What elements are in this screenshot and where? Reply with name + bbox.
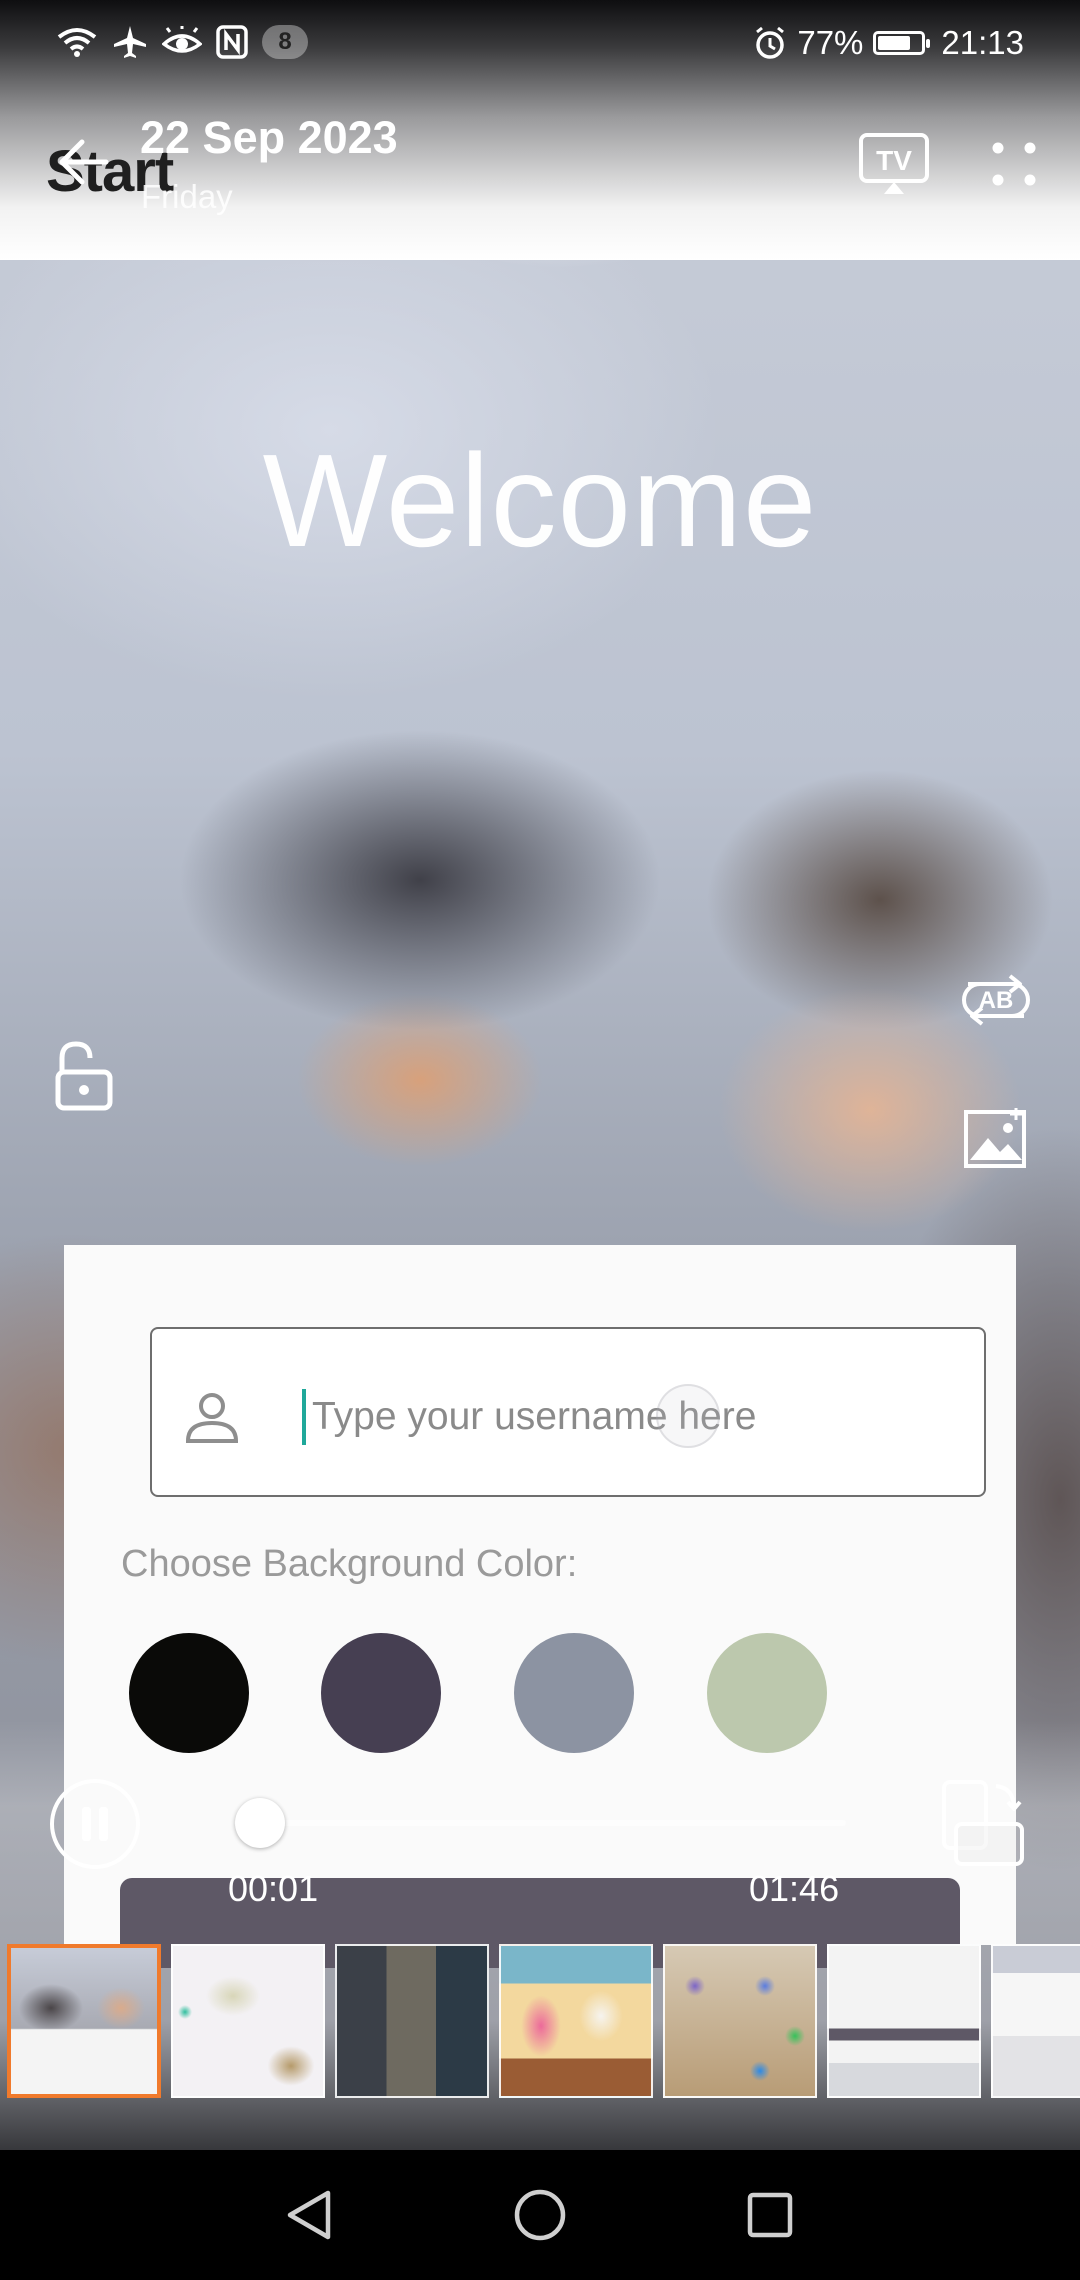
- battery-percent: 77%: [797, 24, 864, 61]
- wifi-icon: [56, 25, 98, 59]
- rotate-screen-icon[interactable]: [940, 1778, 1026, 1868]
- tv-label: TV: [876, 145, 912, 176]
- color-swatch-2[interactable]: [321, 1633, 441, 1753]
- image-frame-icon[interactable]: [962, 1108, 1032, 1174]
- clock-time: 21:13: [941, 24, 1024, 61]
- choose-color-label: Choose Background Color:: [121, 1543, 578, 1585]
- thumbnail-strip: [0, 1940, 1080, 2106]
- ab-label: AB: [979, 987, 1014, 1014]
- text-cursor: [302, 1389, 306, 1445]
- media-date: 22 Sep 2023: [140, 112, 398, 163]
- alarm-icon: [753, 26, 787, 60]
- person-icon: [182, 1387, 242, 1447]
- back-triangle-icon[interactable]: [280, 2185, 340, 2245]
- back-arrow-icon[interactable]: [52, 132, 112, 192]
- login-card: Type your username here Choose Backgroun…: [64, 1245, 1016, 1968]
- thumbnail[interactable]: [827, 1944, 981, 2098]
- eye-comfort-icon: [162, 26, 202, 58]
- more-options-icon[interactable]: [990, 140, 1038, 188]
- seek-bar[interactable]: [234, 1798, 846, 1848]
- color-swatch-1[interactable]: [129, 1633, 249, 1753]
- media-weekday: Friday: [141, 178, 233, 215]
- current-time: 00:01: [228, 1868, 319, 1909]
- navigation-bar: [0, 2150, 1080, 2280]
- nfc-icon: [216, 25, 248, 59]
- thumbnail[interactable]: [499, 1944, 653, 2098]
- pause-icon[interactable]: [50, 1779, 140, 1869]
- home-circle-icon[interactable]: [510, 2185, 570, 2245]
- thumbnail[interactable]: [171, 1944, 325, 2098]
- touch-ripple: [656, 1384, 720, 1448]
- tv-cast-icon[interactable]: TV: [858, 132, 930, 196]
- thumbnail[interactable]: [335, 1944, 489, 2098]
- battery-icon: [873, 31, 931, 55]
- recents-square-icon[interactable]: [740, 2185, 800, 2245]
- thumbnail[interactable]: [663, 1944, 817, 2098]
- notification-count-badge: 8: [262, 25, 308, 59]
- seek-thumb[interactable]: [235, 1798, 285, 1848]
- welcome-heading: Welcome: [262, 427, 818, 574]
- airplane-mode-icon: [112, 24, 148, 60]
- thumbnail[interactable]: [7, 1944, 161, 2098]
- color-swatch-3[interactable]: [514, 1633, 634, 1753]
- color-swatch-4[interactable]: [707, 1633, 827, 1753]
- unlock-icon[interactable]: [52, 1040, 118, 1112]
- status-bar: 8 77% 21:13: [0, 0, 1080, 92]
- total-time: 01:46: [749, 1868, 840, 1909]
- thumbnail[interactable]: [991, 1944, 1080, 2098]
- ab-compare-icon[interactable]: AB: [956, 970, 1036, 1030]
- username-input[interactable]: Type your username here: [150, 1327, 986, 1497]
